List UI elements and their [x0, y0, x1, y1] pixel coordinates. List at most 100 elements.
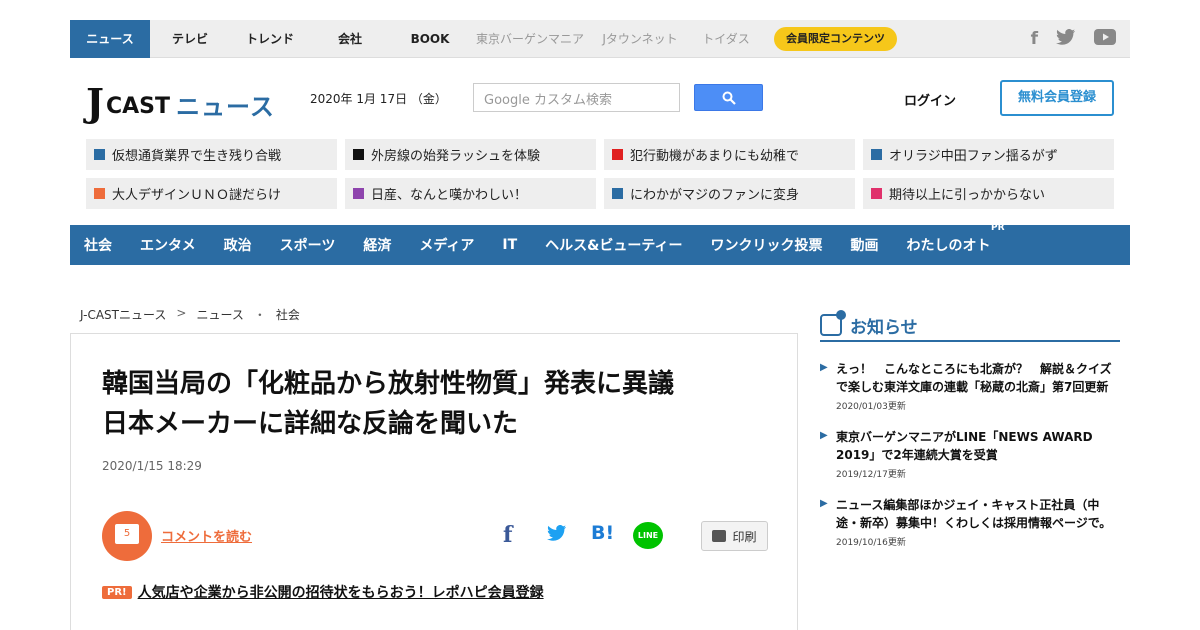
pr-badge: PR!: [102, 585, 132, 599]
read-comments-link[interactable]: コメントを読む: [161, 526, 252, 545]
notice-list: ▶ えっ！ こんなところにも北斎が？ 解説＆クイズで楽しむ東洋文庫の連載「秘蔵の…: [820, 360, 1120, 564]
youtube-icon[interactable]: [1094, 28, 1116, 50]
category-health-beauty[interactable]: ヘルス&ビューティー: [545, 235, 682, 255]
pr-marker: PR: [990, 223, 1005, 233]
notices-title: お知らせ: [850, 317, 918, 338]
category-politics[interactable]: 政治: [224, 235, 252, 255]
article-card: 韓国当局の「化粧品から放射性物質」発表に異議 日本メーカーに詳細な反論を聞いた …: [70, 333, 798, 630]
trending-tile[interactable]: 期待以上に引っかからない: [863, 178, 1114, 209]
category-watashi-no-oto[interactable]: わたしのオト PR: [906, 223, 1005, 255]
category-navigation: 社会 エンタメ 政治 スポーツ 経済 メディア IT ヘルス&ビューティー ワン…: [70, 223, 1130, 265]
category-sports[interactable]: スポーツ: [280, 235, 336, 255]
tile-label: オリラジ中田ファン揺るがず: [889, 149, 1058, 164]
tile-label: 大人デザインＵＮＯ謎だらけ: [112, 188, 282, 203]
category-entertainment[interactable]: エンタメ: [140, 235, 196, 255]
notice-item[interactable]: ▶ えっ！ こんなところにも北斎が？ 解説＆クイズで楽しむ東洋文庫の連載「秘蔵の…: [820, 360, 1120, 412]
notice-item[interactable]: ▶ 東京バーゲンマニアがLINE「NEWS AWARD 2019」で2年連続大賞…: [820, 428, 1120, 480]
pr-promo: PR! 人気店や企業から非公開の招待状をもらおう！レポハピ会員登録: [102, 582, 544, 602]
notice-updated: 2020/01/03更新: [836, 402, 906, 412]
logo-j: J: [86, 80, 104, 125]
topnav-item-jtown[interactable]: Jタウンネット: [590, 20, 690, 58]
breadcrumb-category[interactable]: 社会: [276, 306, 300, 323]
comment-count-icon[interactable]: 5: [102, 511, 152, 561]
category-label: わたしのオト: [906, 238, 991, 254]
trending-tile[interactable]: 大人デザインＵＮＯ謎だらけ: [86, 178, 337, 209]
topnav-item-bargain-mania[interactable]: 東京バーゲンマニア: [470, 20, 590, 58]
triangle-right-icon: ▶: [820, 498, 828, 509]
title-line-1: 韓国当局の「化粧品から放射性物質」発表に異議: [102, 369, 675, 399]
topnav-item-tv[interactable]: テレビ: [150, 20, 230, 58]
line-share-icon[interactable]: LINE: [633, 522, 663, 549]
triangle-right-icon: ▶: [820, 430, 828, 441]
category-it[interactable]: IT: [502, 237, 517, 253]
trending-tile[interactable]: オリラジ中田ファン揺るがず: [863, 139, 1114, 170]
pr-link[interactable]: 人気店や企業から非公開の招待状をもらおう！レポハピ会員登録: [138, 582, 544, 602]
print-button[interactable]: 印刷: [701, 521, 768, 551]
trending-tiles: 仮想通貨業界で生き残り合戦 外房線の始発ラッシュを体験 犯行動機があまりにも幼稚…: [86, 139, 1114, 209]
search-button[interactable]: [694, 84, 763, 111]
publish-date: 2020/1/15 18:29: [102, 459, 202, 473]
notice-text: 東京バーゲンマニアがLINE「NEWS AWARD 2019」で2年連続大賞を受…: [836, 430, 1093, 462]
notice-icon: [820, 310, 846, 336]
breadcrumb: J-CASTニュース > ニュース ・ 社会: [80, 306, 300, 323]
category-society[interactable]: 社会: [84, 235, 112, 255]
notice-text: えっ！ こんなところにも北斎が？ 解説＆クイズで楽しむ東洋文庫の連載「秘蔵の北斎…: [836, 362, 1112, 394]
tile-label: 犯行動機があまりにも幼稚で: [630, 149, 800, 164]
login-link[interactable]: ログイン: [904, 90, 956, 109]
tile-label: 期待以上に引っかからない: [889, 188, 1046, 203]
site-logo[interactable]: J CAST ニュース: [86, 78, 275, 122]
notice-updated: 2019/12/17更新: [836, 470, 906, 480]
tile-label: にわかがマジのファンに変身: [630, 188, 800, 203]
register-button[interactable]: 無料会員登録: [1000, 80, 1114, 116]
print-label: 印刷: [732, 529, 757, 544]
topnav-item-trend[interactable]: トレンド: [230, 20, 310, 58]
category-media[interactable]: メディア: [419, 235, 474, 255]
category-economy[interactable]: 経済: [363, 235, 391, 255]
tile-marker: [612, 149, 623, 160]
top-navigation: ニュース テレビ トレンド 会社 BOOK 東京バーゲンマニア Jタウンネット …: [70, 19, 1130, 58]
trending-tile[interactable]: 外房線の始発ラッシュを体験: [345, 139, 596, 170]
search-input[interactable]: Google カスタム検索: [473, 83, 680, 112]
title-line-2: 日本メーカーに詳細な反論を聞いた: [102, 409, 519, 439]
trending-tile[interactable]: 日産、なんと嘆かわしい！: [345, 178, 596, 209]
printer-icon: [712, 530, 727, 542]
topnav-item-book[interactable]: BOOK: [390, 20, 470, 58]
social-links: f: [1031, 20, 1116, 58]
tile-marker: [353, 149, 364, 160]
logo-news: ニュース: [176, 93, 275, 121]
category-one-click-vote[interactable]: ワンクリック投票: [711, 235, 823, 255]
twitter-icon[interactable]: [1056, 28, 1076, 50]
trending-tile[interactable]: 犯行動機があまりにも幼稚で: [604, 139, 855, 170]
facebook-icon[interactable]: f: [1031, 29, 1038, 49]
breadcrumb-news[interactable]: ニュース: [196, 306, 243, 323]
tile-marker: [353, 188, 364, 199]
breadcrumb-separator: >: [176, 306, 187, 320]
notice-text: ニュース編集部ほかジェイ・キャスト正社員（中途・新卒）募集中！くわしくは採用情報…: [836, 498, 1112, 530]
trending-tile[interactable]: にわかがマジのファンに変身: [604, 178, 855, 209]
search-icon: [722, 91, 736, 105]
breadcrumb-separator: ・: [253, 308, 266, 322]
tile-label: 日産、なんと嘆かわしい！: [371, 188, 528, 203]
topnav-item-toidasu[interactable]: トイダス: [690, 20, 762, 58]
notice-updated: 2019/10/16更新: [836, 538, 906, 548]
tile-label: 外房線の始発ラッシュを体験: [371, 149, 541, 164]
facebook-share-icon[interactable]: f: [503, 522, 512, 548]
hatena-bookmark-icon[interactable]: B!: [591, 522, 614, 544]
tile-marker: [612, 188, 623, 199]
triangle-right-icon: ▶: [820, 362, 828, 373]
tile-label: 仮想通貨業界で生き残り合戦: [112, 149, 282, 164]
topnav-item-news[interactable]: ニュース: [70, 19, 150, 58]
tile-marker: [94, 188, 105, 199]
logo-cast: CAST: [105, 94, 171, 119]
topnav-item-company[interactable]: 会社: [310, 20, 390, 58]
tile-marker: [871, 149, 882, 160]
member-content-button[interactable]: 会員限定コンテンツ: [774, 26, 897, 51]
notice-item[interactable]: ▶ ニュース編集部ほかジェイ・キャスト正社員（中途・新卒）募集中！くわしくは採用…: [820, 496, 1120, 548]
twitter-share-icon[interactable]: [547, 525, 567, 546]
tile-marker: [94, 149, 105, 160]
article-title: 韓国当局の「化粧品から放射性物質」発表に異議 日本メーカーに詳細な反論を聞いた: [102, 364, 762, 444]
breadcrumb-home[interactable]: J-CASTニュース: [80, 306, 166, 323]
category-video[interactable]: 動画: [851, 235, 879, 255]
trending-tile[interactable]: 仮想通貨業界で生き残り合戦: [86, 139, 337, 170]
notices-heading: お知らせ: [820, 310, 1120, 342]
